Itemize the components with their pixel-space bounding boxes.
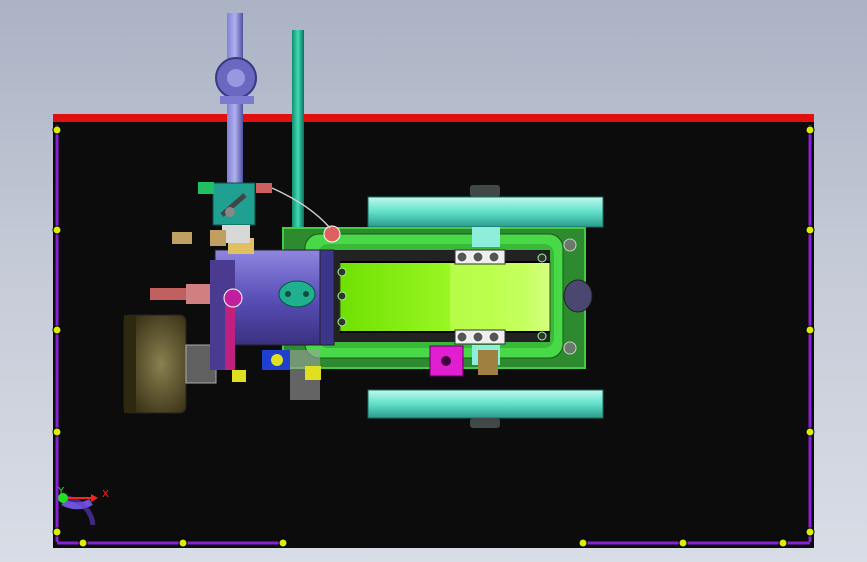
cad-viewport[interactable]: X Y (0, 0, 867, 562)
vertex-marker (778, 538, 788, 548)
vertex-marker (52, 325, 62, 335)
vertex-marker (805, 125, 815, 135)
vertex-marker (805, 527, 815, 537)
vertex-marker (52, 527, 62, 537)
magenta-block[interactable] (429, 345, 464, 377)
vertex-marker (678, 538, 688, 548)
cad-model-canvas[interactable]: X Y (0, 0, 867, 562)
vertex-marker (52, 125, 62, 135)
end-cap[interactable] (563, 279, 593, 313)
vertex-marker (278, 538, 288, 548)
vertex-marker (78, 538, 88, 548)
vertex-marker (578, 538, 588, 548)
x-axis-label: X (102, 489, 109, 500)
crosshead-slide[interactable] (325, 249, 551, 345)
vertex-marker (805, 225, 815, 235)
vertex-marker (52, 225, 62, 235)
vertex-marker (52, 427, 62, 437)
vertex-marker (178, 538, 188, 548)
vertex-marker (805, 427, 815, 437)
exhaust-flange[interactable] (278, 280, 316, 308)
frame-top-edge (53, 114, 814, 122)
drive-pulley[interactable] (123, 314, 187, 414)
y-axis-label: Y (57, 486, 65, 497)
vertex-marker (805, 325, 815, 335)
